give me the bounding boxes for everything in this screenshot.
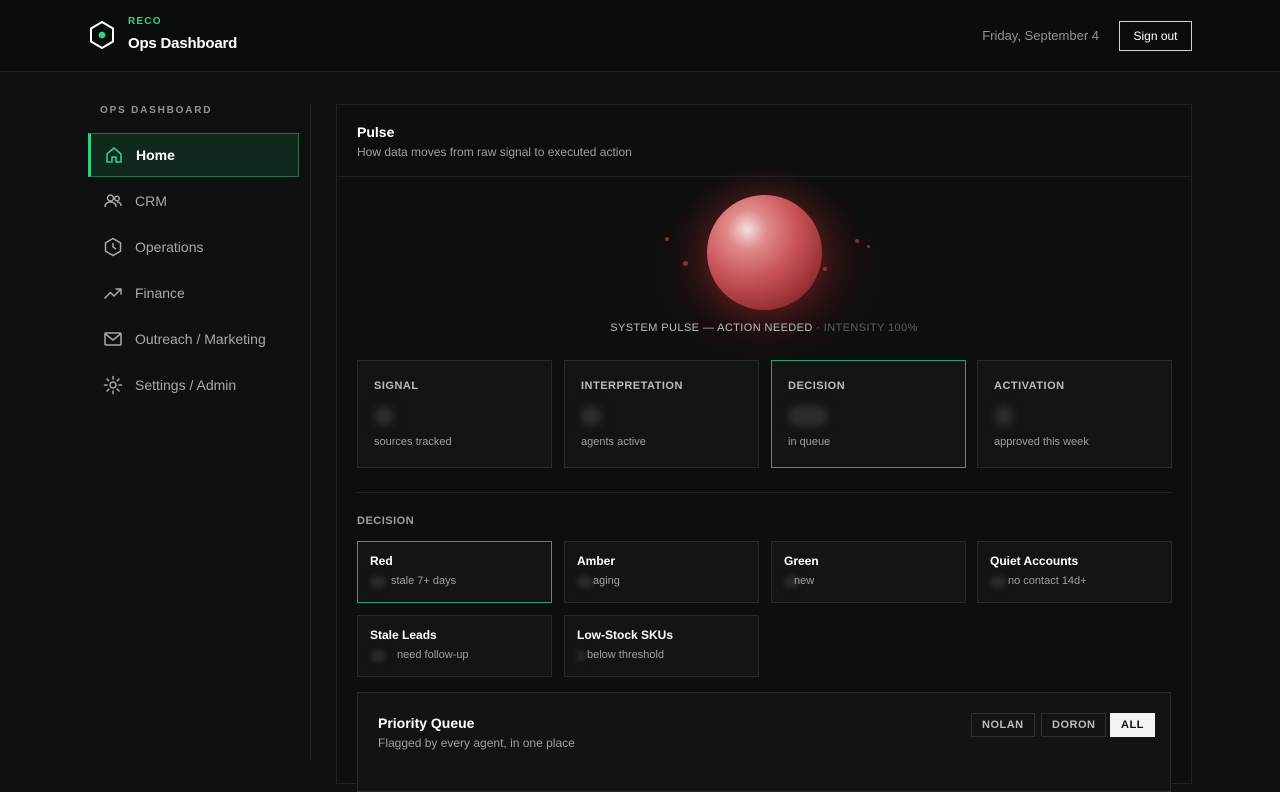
sidebar-item-label: Settings / Admin: [135, 377, 237, 393]
stage-card-interpretation[interactable]: INTERPRETATION agents active: [564, 360, 759, 468]
orb-particle: [855, 239, 859, 243]
decision-card-low-stock-skus[interactable]: Low-Stock SKUs below threshold: [564, 615, 759, 677]
blurred-value: [581, 406, 601, 426]
decision-card-amber[interactable]: Amber aging: [564, 541, 759, 603]
decision-card-sub: need follow-up: [397, 649, 469, 661]
orb-particle: [867, 245, 870, 248]
stage-card-activation[interactable]: ACTIVATION approved this week: [977, 360, 1172, 468]
decision-card-stale-leads[interactable]: Stale Leads need follow-up: [357, 615, 552, 677]
sidebar: OPS DASHBOARD Home CRM Operations Financ…: [88, 104, 311, 760]
blurred-count: [990, 576, 1006, 588]
brand-title: Ops Dashboard: [128, 35, 238, 52]
current-date: Friday, September 4: [982, 28, 1099, 43]
pulse-status-text: SYSTEM PULSE — ACTION NEEDED: [610, 322, 813, 334]
blurred-value: [374, 406, 394, 426]
stage-card-decision[interactable]: DECISION in queue: [771, 360, 966, 468]
priority-queue-panel: Priority Queue Flagged by every agent, i…: [357, 692, 1171, 792]
decision-card-sub: no contact 14d+: [1008, 575, 1087, 587]
sidebar-item-crm[interactable]: CRM: [88, 179, 299, 223]
decision-card-sub: new: [794, 575, 815, 587]
decision-card-title: Red: [370, 554, 393, 568]
sidebar-item-outreach-marketing[interactable]: Outreach / Marketing: [88, 317, 299, 361]
pulse-status: SYSTEM PULSE — ACTION NEEDED · INTENSITY…: [337, 322, 1191, 334]
decision-card-quiet-accounts[interactable]: Quiet Accounts no contact 14d+: [977, 541, 1172, 603]
stage-sub: approved this week: [994, 436, 1089, 448]
pulse-intensity: · INTENSITY 100%: [816, 322, 918, 334]
sidebar-item-label: Operations: [135, 239, 204, 255]
blurred-value: [788, 406, 828, 426]
sidebar-item-label: Home: [136, 147, 175, 163]
pulse-title: Pulse: [357, 124, 395, 140]
orb-particle: [683, 261, 688, 266]
pulse-orb-visual: [627, 175, 907, 365]
sidebar-item-finance[interactable]: Finance: [88, 271, 299, 315]
sidebar-section-label: OPS DASHBOARD: [100, 105, 213, 116]
filter-nolan-button[interactable]: NOLAN: [971, 713, 1035, 737]
divider: [357, 492, 1171, 493]
decision-card-title: Low-Stock SKUs: [577, 628, 674, 642]
blurred-count: [577, 650, 585, 662]
brand-tag: RECO: [128, 16, 162, 27]
priority-queue-title: Priority Queue: [378, 715, 475, 731]
sidebar-item-label: Finance: [135, 285, 185, 301]
top-bar: RECO Ops Dashboard Friday, September 4 S…: [0, 0, 1280, 72]
orb-particle: [823, 267, 827, 271]
pulse-header: Pulse How data moves from raw signal to …: [357, 124, 632, 159]
decision-card-title: Amber: [577, 554, 616, 568]
stage-label: ACTIVATION: [994, 380, 1065, 392]
stage-sub: agents active: [581, 436, 646, 448]
stage-sub: in queue: [788, 436, 831, 448]
decision-card-sub: below threshold: [587, 649, 665, 661]
sidebar-item-label: CRM: [135, 193, 167, 209]
orb-particle: [665, 237, 669, 241]
sidebar-item-home[interactable]: Home: [88, 133, 299, 177]
hexagon-logo-icon: [90, 20, 114, 50]
decision-card-green[interactable]: Green new: [771, 541, 966, 603]
home-icon: [104, 145, 124, 165]
decision-card-sub: aging: [593, 575, 620, 587]
filter-all-button[interactable]: ALL: [1110, 713, 1155, 737]
decision-card-title: Stale Leads: [370, 628, 437, 642]
decision-card-title: Green: [784, 554, 819, 568]
clock-icon: [103, 237, 123, 257]
stage-label: SIGNAL: [374, 380, 419, 392]
stage-label: INTERPRETATION: [581, 380, 683, 392]
blurred-count: [577, 576, 593, 588]
pulse-subtitle: How data moves from raw signal to execut…: [357, 145, 632, 159]
mail-icon: [103, 329, 123, 349]
sidebar-item-label: Outreach / Marketing: [135, 331, 266, 347]
blurred-count: [370, 576, 386, 588]
pulse-orb: [707, 195, 822, 310]
filter-doron-button[interactable]: DORON: [1041, 713, 1107, 737]
stage-sub: sources tracked: [374, 436, 452, 448]
priority-queue-subtitle: Flagged by every agent, in one place: [378, 736, 575, 750]
sun-gear-icon: [103, 375, 123, 395]
users-icon: [103, 191, 123, 211]
stage-label: DECISION: [788, 380, 846, 392]
sign-out-button[interactable]: Sign out: [1119, 21, 1192, 51]
decision-card-title: Quiet Accounts: [990, 554, 1079, 568]
blurred-count: [370, 650, 386, 662]
blurred-value: [994, 406, 1014, 426]
decision-section-label: DECISION: [357, 515, 415, 527]
decision-card-sub: stale 7+ days: [391, 575, 457, 587]
decision-card-red[interactable]: Red stale 7+ days: [357, 541, 552, 603]
main-panel: Pulse How data moves from raw signal to …: [336, 104, 1192, 792]
sidebar-item-operations[interactable]: Operations: [88, 225, 299, 269]
trend-up-icon: [103, 283, 123, 303]
stage-card-signal[interactable]: SIGNAL sources tracked: [357, 360, 552, 468]
sidebar-item-settings-admin[interactable]: Settings / Admin: [88, 363, 299, 407]
